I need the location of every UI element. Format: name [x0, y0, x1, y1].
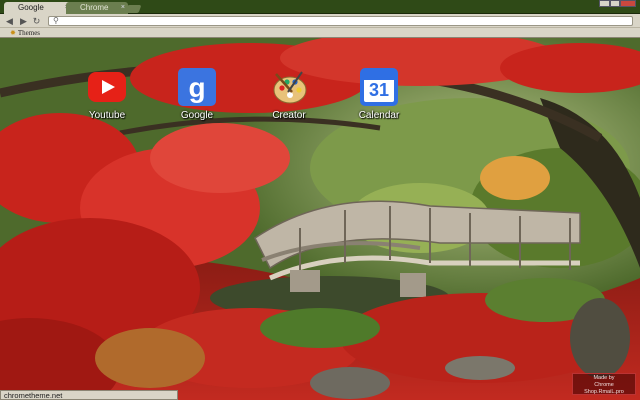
watermark-line: Shop.RmaiL.pro [584, 389, 624, 395]
app-google[interactable]: g Google [157, 68, 237, 124]
google-icon: g [178, 68, 216, 106]
browser-window: Google × Chrome × ◀ ▶ ↻ ⚲ ✸Themes [0, 0, 640, 400]
back-arrow-icon[interactable]: ◀ [4, 16, 15, 26]
forward-arrow-icon[interactable]: ▶ [18, 16, 29, 26]
tab-strip: Google × Chrome × [0, 0, 640, 14]
bookmarks-bar: ✸ Themes [0, 28, 640, 38]
watermark-line: Made by [593, 375, 615, 381]
app-label: Google [180, 110, 214, 121]
status-bar: chrometheme.net [0, 390, 178, 400]
bookmark-star-icon: ✸ [10, 29, 16, 37]
tab-label: Chrome [80, 3, 109, 12]
youtube-icon [88, 72, 126, 102]
reload-icon[interactable]: ↻ [31, 16, 42, 26]
app-label: Youtube [88, 110, 126, 121]
calendar-icon: 31 [360, 68, 398, 106]
toolbar: ◀ ▶ ↻ ⚲ [0, 14, 640, 28]
palette-icon [270, 68, 308, 106]
tab-chrome[interactable]: Chrome × [66, 2, 128, 14]
minimize-button[interactable] [599, 0, 610, 7]
app-creator[interactable]: Creator [249, 68, 329, 124]
svg-text:g: g [188, 72, 205, 103]
calendar-day: 31 [368, 80, 390, 100]
app-calendar[interactable]: 31 Calendar [339, 68, 419, 124]
watermark-line: Chrome [594, 382, 614, 388]
close-window-button[interactable] [620, 0, 636, 7]
tab-google[interactable]: Google × [4, 2, 72, 14]
bookmark-label: Themes [17, 29, 41, 37]
maximize-button[interactable] [610, 0, 620, 7]
watermark: Made by Chrome Shop.RmaiL.pro [572, 373, 636, 395]
new-tab-button[interactable] [124, 5, 142, 13]
tab-label: Google [18, 3, 44, 12]
app-label: Creator [272, 110, 306, 121]
app-youtube[interactable]: Youtube [67, 68, 147, 124]
search-icon: ⚲ [53, 16, 59, 25]
new-tab-page: Youtube g Google Creator 31 Calendar Mad… [0, 38, 640, 400]
address-bar[interactable]: ⚲ [48, 16, 633, 26]
bookmark-themes[interactable]: ✸ Themes [10, 28, 40, 38]
app-label: Calendar [358, 110, 400, 121]
